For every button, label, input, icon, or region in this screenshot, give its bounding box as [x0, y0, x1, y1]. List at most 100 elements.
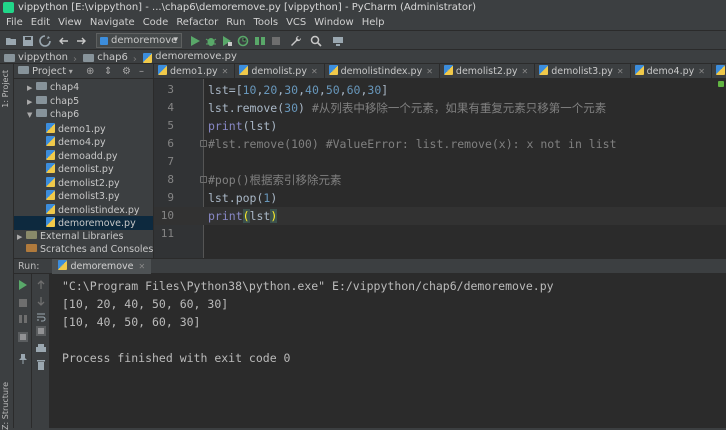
code-line[interactable]: 6 #lst.remove(100) #ValueError: list.remo… — [154, 135, 726, 153]
breadcrumb-file[interactable]: demoremove.py — [143, 50, 237, 63]
tree-item-demolist-py[interactable]: demolist.py — [14, 162, 153, 176]
run-icon[interactable] — [189, 35, 201, 47]
code-editor[interactable]: 3 lst=[10,20,30,40,50,60,30] 4 lst.remove(3… — [154, 79, 726, 258]
locate-icon[interactable]: ⊕ — [86, 64, 94, 79]
tab-demo4-py[interactable]: demo4.py ✕ — [631, 64, 712, 78]
close-tab-icon[interactable]: ✕ — [222, 67, 229, 76]
tab-demoadd-py[interactable]: demoadd.py✕ — [712, 64, 726, 78]
expand-arrow-icon[interactable]: ▶ — [27, 82, 36, 96]
debug-icon[interactable] — [205, 35, 217, 47]
run-console-output[interactable]: "C:\Program Files\Python38\python.exe" E… — [50, 274, 726, 428]
soft-wrap-icon[interactable] — [36, 312, 46, 322]
up-arrow-icon[interactable] — [36, 280, 46, 290]
breadcrumb-label: vippython — [18, 52, 69, 63]
rerun-icon[interactable] — [18, 280, 28, 290]
pin-icon[interactable] — [18, 354, 28, 364]
code-line[interactable]: 11 — [154, 225, 726, 243]
fold-marker-icon[interactable] — [200, 176, 207, 183]
inspection-status-icon[interactable] — [718, 81, 724, 87]
menu-view[interactable]: View — [54, 15, 86, 30]
concurrency-icon[interactable] — [254, 35, 266, 47]
expand-arrow-icon[interactable]: ▼ — [27, 109, 36, 123]
restore-layout-icon[interactable] — [18, 332, 28, 342]
tree-item-demo1-py[interactable]: demo1.py — [14, 122, 153, 136]
wrench-icon[interactable] — [290, 35, 302, 47]
print-icon[interactable] — [36, 344, 46, 354]
tree-item-demolist2-py[interactable]: demolist2.py — [14, 176, 153, 190]
run-coverage-icon[interactable] — [221, 35, 233, 47]
tab-demolist2-py[interactable]: demolist2.py ✕ — [440, 64, 536, 78]
python-file-icon — [46, 149, 55, 160]
open-folder-icon[interactable] — [5, 35, 17, 47]
code-line[interactable]: 10 print(lst) — [154, 207, 726, 225]
fold-marker-icon[interactable] — [200, 140, 207, 147]
forward-icon[interactable] — [75, 35, 87, 47]
stop-icon[interactable] — [270, 35, 282, 47]
menu-vcs[interactable]: VCS — [282, 15, 310, 30]
code-line[interactable]: 9 lst.pop(1) — [154, 189, 726, 207]
hide-icon[interactable]: – — [139, 64, 144, 79]
stop-icon[interactable] — [18, 298, 28, 308]
tab-demo1-py[interactable]: demo1.py ✕ — [154, 64, 236, 78]
trash-icon[interactable] — [36, 360, 46, 370]
tree-item-scratches-and-consoles[interactable]: Scratches and Consoles — [14, 243, 153, 257]
tree-item-chap6[interactable]: ▼ chap6 — [14, 108, 153, 122]
structure-tool-window-button[interactable]: Z: Structure — [1, 382, 10, 430]
tree-item-demolist3-py[interactable]: demolist3.py — [14, 189, 153, 203]
menu-refactor[interactable]: Refactor — [172, 15, 222, 30]
pause-icon[interactable] — [18, 314, 28, 324]
close-tab-icon[interactable]: ✕ — [426, 67, 433, 76]
tab-demolistindex-py[interactable]: demolistindex.py ✕ — [325, 64, 440, 78]
tree-item-demolistindex-py[interactable]: demolistindex.py — [14, 203, 153, 217]
run-configuration-select[interactable]: demoremove — [96, 33, 182, 48]
close-tab-icon[interactable]: ✕ — [522, 67, 529, 76]
tree-item-external-libraries[interactable]: ▶ External Libraries — [14, 230, 153, 244]
tree-item-chap4[interactable]: ▶ chap4 — [14, 81, 153, 95]
back-icon[interactable] — [58, 35, 70, 47]
presentation-icon[interactable] — [332, 35, 344, 47]
scroll-to-end-icon[interactable] — [36, 326, 46, 336]
tree-item-demoadd-py[interactable]: demoadd.py — [14, 149, 153, 163]
sync-icon[interactable] — [39, 35, 51, 47]
expand-arrow-icon[interactable]: ▶ — [27, 96, 36, 110]
menu-run[interactable]: Run — [222, 15, 249, 30]
profile-icon[interactable] — [237, 35, 249, 47]
close-icon[interactable]: ✕ — [138, 262, 145, 271]
close-tab-icon[interactable]: ✕ — [617, 67, 624, 76]
tree-item-label: demolist2.py — [58, 177, 120, 189]
project-tool-window-button[interactable]: 1: Project — [1, 70, 10, 108]
save-all-icon[interactable] — [22, 35, 34, 47]
python-file-icon — [46, 203, 55, 214]
code-line[interactable]: 8 #pop()根据索引移除元素 — [154, 171, 726, 189]
menu-tools[interactable]: Tools — [249, 15, 282, 30]
menu-edit[interactable]: Edit — [27, 15, 54, 30]
close-tab-icon[interactable]: ✕ — [698, 67, 705, 76]
breadcrumb-folder[interactable]: chap6 — [83, 51, 128, 64]
code-line[interactable]: 7 — [154, 153, 726, 171]
down-arrow-icon[interactable] — [36, 296, 46, 306]
menu-file[interactable]: File — [2, 15, 27, 30]
search-icon[interactable] — [310, 35, 322, 47]
python-file-icon — [634, 65, 644, 75]
run-tab-demoremove[interactable]: demoremove ✕ — [52, 259, 152, 274]
tab-demolist-py[interactable]: demolist.py ✕ — [235, 64, 325, 78]
gear-icon[interactable]: ⚙ — [122, 64, 131, 79]
tab-demolist3-py[interactable]: demolist3.py ✕ — [535, 64, 631, 78]
tree-item-demoremove-py[interactable]: demoremove.py — [14, 216, 153, 230]
menu-navigate[interactable]: Navigate — [86, 15, 139, 30]
project-view-select[interactable]: Project — [32, 66, 66, 77]
menu-help[interactable]: Help — [358, 15, 389, 30]
close-tab-icon[interactable]: ✕ — [311, 67, 318, 76]
menu-code[interactable]: Code — [139, 15, 173, 30]
breadcrumb-project[interactable]: vippython — [4, 51, 68, 64]
python-file-icon — [46, 163, 55, 173]
collapse-icon[interactable]: ⇕ — [104, 64, 112, 79]
tree-item-demo4-py[interactable]: demo4.py — [14, 135, 153, 149]
code-line[interactable]: 3 lst=[10,20,30,40,50,60,30] — [154, 81, 726, 99]
menu-window[interactable]: Window — [310, 15, 357, 30]
expand-arrow-icon[interactable]: ▶ — [17, 231, 26, 245]
tree-item-chap5[interactable]: ▶ chap5 — [14, 95, 153, 109]
breadcrumb-label: chap6 — [97, 52, 128, 63]
code-line[interactable]: 4 lst.remove(30) #从列表中移除一个元素，如果有重复元素只移第一个… — [154, 99, 726, 117]
code-line[interactable]: 5 print(lst) — [154, 117, 726, 135]
